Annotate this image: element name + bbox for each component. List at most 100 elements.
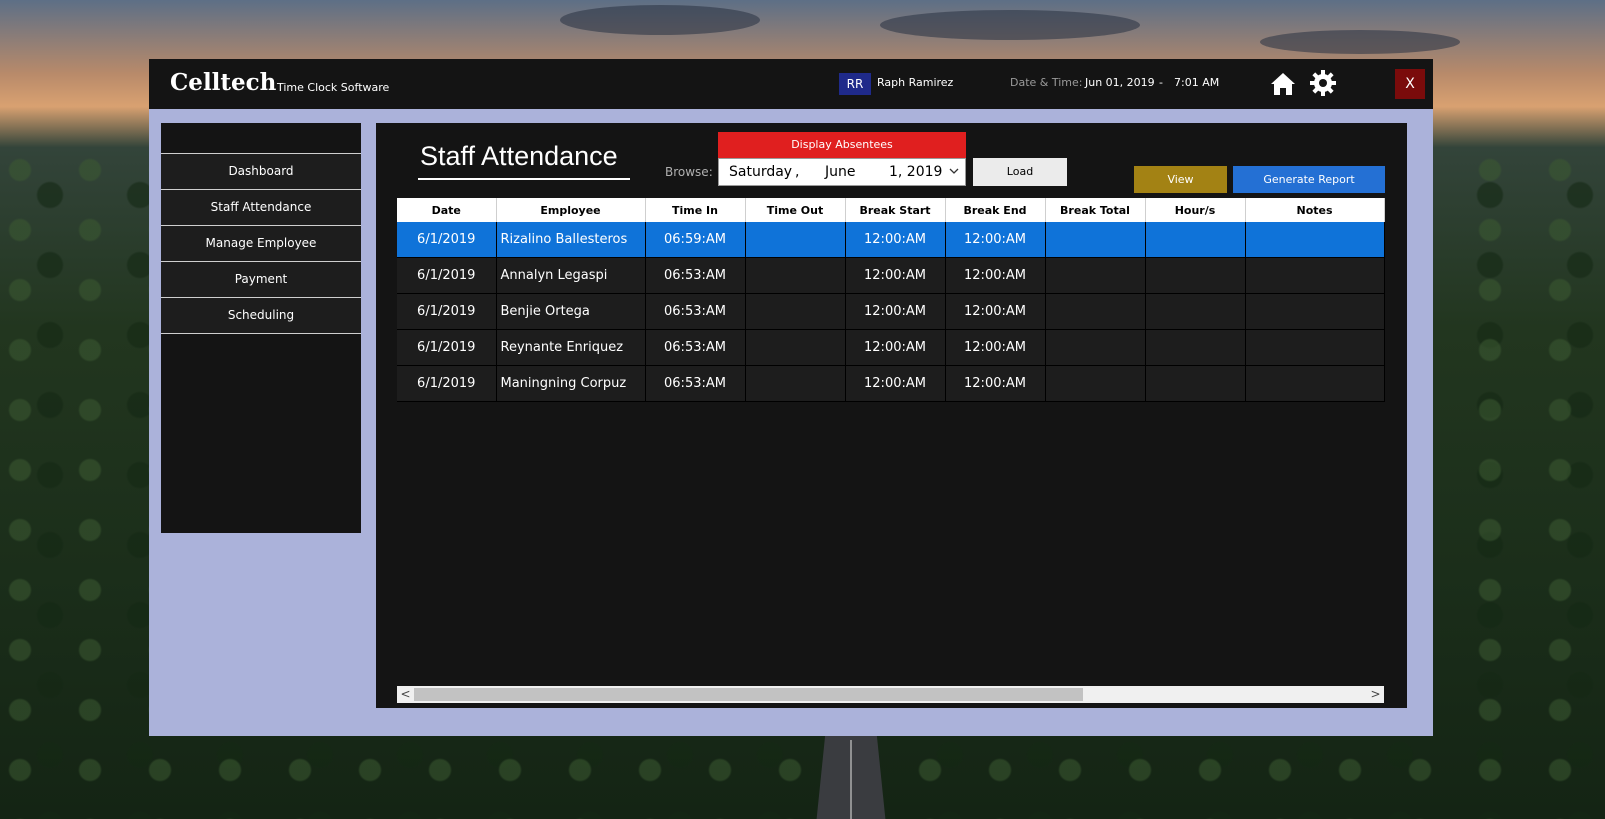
column-header-break-start[interactable]: Break Start — [845, 198, 946, 222]
background-cloud — [880, 10, 1140, 40]
cell-break-start: 12:00:AM — [845, 222, 946, 258]
column-header-employee[interactable]: Employee — [496, 198, 646, 222]
cell-employee: Annalyn Legaspi — [496, 257, 646, 294]
cell-notes — [1245, 293, 1385, 330]
background-cloud — [560, 5, 760, 35]
current-time: 7:01 AM — [1174, 76, 1220, 89]
app-window: Celltech Time Clock Software RR Raph Ram… — [149, 59, 1433, 736]
horizontal-scrollbar[interactable]: < > — [397, 686, 1384, 703]
column-header-time-in[interactable]: Time In — [645, 198, 746, 222]
cell-break-end: 12:00:AM — [945, 365, 1046, 402]
page-title: Staff Attendance — [420, 141, 618, 171]
cell-notes — [1245, 329, 1385, 366]
cell-break-total — [1045, 257, 1146, 294]
cell-date: 6/1/2019 — [397, 257, 497, 294]
table-header-row: Date Employee Time In Time Out Break Sta… — [397, 198, 1385, 222]
cell-time-in: 06:59:AM — [645, 222, 746, 258]
cell-hours — [1145, 257, 1246, 294]
date-picker-comma: , — [795, 164, 800, 180]
scrollbar-thumb[interactable] — [414, 688, 1083, 701]
attendance-table: Date Employee Time In Time Out Break Sta… — [397, 198, 1385, 402]
cell-date: 6/1/2019 — [397, 222, 497, 258]
brand-subtitle: Time Clock Software — [277, 81, 390, 94]
gear-icon[interactable] — [1309, 69, 1337, 97]
cell-break-start: 12:00:AM — [845, 329, 946, 366]
cell-break-start: 12:00:AM — [845, 257, 946, 294]
column-header-notes[interactable]: Notes — [1245, 198, 1385, 222]
cell-break-total — [1045, 365, 1146, 402]
chevron-down-icon[interactable] — [948, 164, 960, 178]
load-button[interactable]: Load — [973, 158, 1067, 186]
main-panel: Staff Attendance Browse: Display Absente… — [376, 123, 1407, 708]
browse-label: Browse: — [665, 165, 713, 179]
cell-employee: Maningning Corpuz — [496, 365, 646, 402]
close-button[interactable]: X — [1395, 69, 1425, 99]
cell-date: 6/1/2019 — [397, 365, 497, 402]
cell-break-end: 12:00:AM — [945, 329, 1046, 366]
background-road-line — [850, 740, 852, 819]
cell-time-in: 06:53:AM — [645, 365, 746, 402]
user-name[interactable]: Raph Ramirez — [877, 76, 953, 89]
title-bar: Celltech Time Clock Software RR Raph Ram… — [149, 59, 1433, 109]
cell-employee: Reynante Enriquez — [496, 329, 646, 366]
cell-time-in: 06:53:AM — [645, 257, 746, 294]
current-date: Jun 01, 2019 — [1085, 76, 1155, 89]
cell-date: 6/1/2019 — [397, 329, 497, 366]
cell-break-total — [1045, 293, 1146, 330]
table-row[interactable]: 6/1/2019 Reynante Enriquez 06:53:AM 12:0… — [397, 329, 1385, 366]
cell-time-in: 06:53:AM — [645, 329, 746, 366]
column-header-time-out[interactable]: Time Out — [745, 198, 846, 222]
page-title-underline — [418, 178, 630, 180]
table-row[interactable]: 6/1/2019 Rizalino Ballesteros 06:59:AM 1… — [397, 222, 1385, 258]
cell-time-out — [745, 365, 846, 402]
column-header-date[interactable]: Date — [397, 198, 497, 222]
avatar[interactable]: RR — [839, 73, 871, 95]
sidebar-header — [161, 123, 361, 154]
display-absentees-button[interactable]: Display Absentees — [718, 132, 966, 158]
table-row[interactable]: 6/1/2019 Maningning Corpuz 06:53:AM 12:0… — [397, 365, 1385, 402]
background-cloud — [1260, 30, 1460, 54]
cell-time-out — [745, 257, 846, 294]
scroll-right-arrow[interactable]: > — [1367, 686, 1384, 703]
date-picker-month: June — [825, 164, 856, 180]
datetime-label: Date & Time: — [1010, 76, 1083, 89]
table-row[interactable]: 6/1/2019 Annalyn Legaspi 06:53:AM 12:00:… — [397, 257, 1385, 294]
cell-break-start: 12:00:AM — [845, 293, 946, 330]
date-picker-date-year: 1, 2019 — [889, 164, 943, 180]
cell-break-total — [1045, 222, 1146, 258]
sidebar-item-dashboard[interactable]: Dashboard — [161, 154, 361, 190]
column-header-break-end[interactable]: Break End — [945, 198, 1046, 222]
sidebar-item-payment[interactable]: Payment — [161, 262, 361, 298]
date-picker[interactable]: Saturday , June 1, 2019 — [718, 158, 966, 186]
cell-notes — [1245, 365, 1385, 402]
cell-employee: Rizalino Ballesteros — [496, 222, 646, 258]
cell-notes — [1245, 257, 1385, 294]
cell-employee: Benjie Ortega — [496, 293, 646, 330]
column-header-hours[interactable]: Hour/s — [1145, 198, 1246, 222]
generate-report-button[interactable]: Generate Report — [1233, 166, 1385, 193]
cell-date: 6/1/2019 — [397, 293, 497, 330]
sidebar-item-staff-attendance[interactable]: Staff Attendance — [161, 190, 361, 226]
cell-time-out — [745, 222, 846, 258]
cell-time-in: 06:53:AM — [645, 293, 746, 330]
cell-time-out — [745, 329, 846, 366]
scroll-left-arrow[interactable]: < — [397, 686, 414, 703]
sidebar-item-scheduling[interactable]: Scheduling — [161, 298, 361, 334]
cell-hours — [1145, 222, 1246, 258]
cell-hours — [1145, 293, 1246, 330]
brand-name: Celltech — [170, 69, 277, 96]
view-button[interactable]: View — [1134, 166, 1227, 193]
cell-break-end: 12:00:AM — [945, 293, 1046, 330]
table-row[interactable]: 6/1/2019 Benjie Ortega 06:53:AM 12:00:AM… — [397, 293, 1385, 330]
cell-break-end: 12:00:AM — [945, 257, 1046, 294]
column-header-break-total[interactable]: Break Total — [1045, 198, 1146, 222]
cell-time-out — [745, 293, 846, 330]
cell-hours — [1145, 329, 1246, 366]
sidebar: Dashboard Staff Attendance Manage Employ… — [161, 123, 361, 533]
cell-break-end: 12:00:AM — [945, 222, 1046, 258]
sidebar-item-manage-employee[interactable]: Manage Employee — [161, 226, 361, 262]
home-icon[interactable] — [1269, 71, 1297, 97]
date-picker-day: Saturday — [729, 164, 793, 180]
cell-break-start: 12:00:AM — [845, 365, 946, 402]
cell-notes — [1245, 222, 1385, 258]
